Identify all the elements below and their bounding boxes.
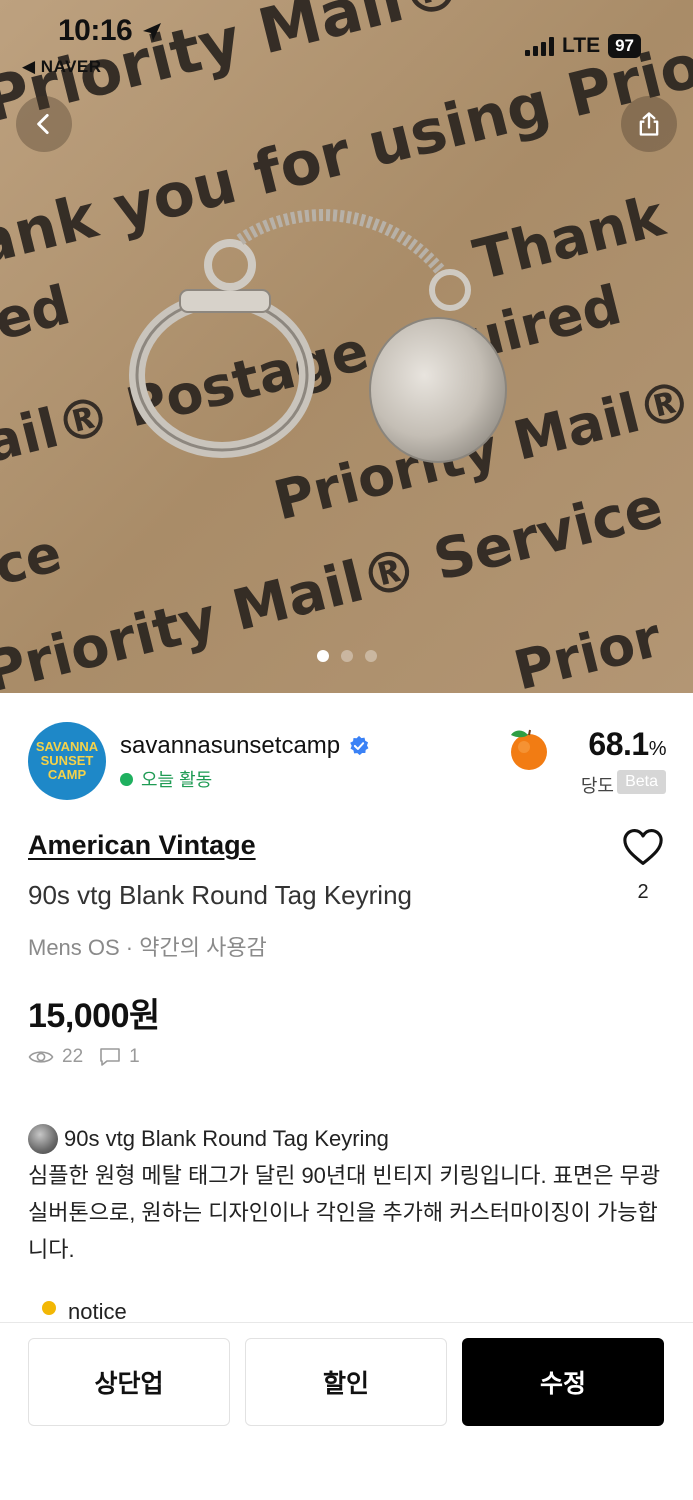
view-count: 22 [62, 1046, 84, 1067]
network-type: LTE [561, 34, 601, 57]
seller-activity: 오늘 활동 [141, 770, 213, 790]
location-arrow-icon [143, 23, 161, 41]
brand-link[interactable]: American Vintage [28, 830, 256, 861]
product-photo[interactable]: Priority Mail® Service ank you for using… [0, 0, 693, 693]
active-indicator-icon [120, 772, 133, 786]
seller-name[interactable]: savannasunsetcamp [120, 732, 340, 760]
description-body: 심플한 원형 메탈 태그가 달린 90년대 빈티지 키링입니다. 표면은 무광 … [28, 1163, 661, 1262]
battery-indicator: 97 [608, 34, 641, 58]
back-button[interactable] [16, 96, 72, 152]
product-image: Priority Mail® Service ank you for using… [0, 0, 693, 693]
discount-button[interactable]: 할인 [245, 1338, 447, 1426]
item-stats: 22 1 [28, 1046, 140, 1068]
sweetness-score[interactable]: 68.1% 당도 Beta [506, 720, 667, 802]
item-title: 90s vtg Blank Round Tag Keyring [28, 880, 412, 910]
eye-icon [28, 1051, 54, 1063]
heart-icon [623, 829, 663, 865]
status-bar: 10:16 ◀ NAVER LTE 97 [0, 0, 693, 80]
item-price: 15,000원 [28, 997, 160, 1035]
sweetness-value: 68.1% [588, 726, 666, 762]
image-page-indicator [0, 650, 693, 662]
page-dot-2[interactable] [340, 650, 353, 662]
moon-icon [28, 1123, 58, 1154]
seller-row[interactable]: SAVANNA SUNSET CAMP savannasunsetcamp 오늘 활… [28, 720, 668, 802]
like-count: 2 [637, 881, 649, 903]
bump-up-button[interactable]: 상단업 [28, 1338, 230, 1426]
verified-badge-icon [350, 735, 369, 756]
back-to-app-link[interactable]: ◀ NAVER [22, 57, 102, 77]
notice-label: notice [68, 1300, 127, 1324]
share-icon [639, 112, 659, 136]
sweetness-label: 당도 [580, 776, 614, 796]
page-dot-3[interactable] [364, 650, 377, 662]
avatar-text: SAVANNA SUNSET CAMP [35, 739, 99, 782]
comment-count: 1 [129, 1046, 140, 1067]
seller-avatar[interactable]: SAVANNA SUNSET CAMP [28, 722, 106, 800]
notice-heading: notice [36, 1300, 127, 1324]
bottom-action-bar: 상단업 할인 수정 [0, 1322, 693, 1500]
share-button[interactable] [621, 96, 677, 152]
signal-icon [524, 36, 554, 56]
item-meta: Mens OS · 약간의 사용감 [28, 935, 267, 960]
item-description: 90s vtg Blank Round Tag Keyring 심플한 원형 메… [28, 1120, 668, 1268]
status-time: 10:16 [58, 14, 133, 47]
page-dot-1[interactable] [316, 650, 329, 662]
beta-badge: Beta [617, 770, 666, 794]
key-icon [42, 1301, 56, 1315]
comment-icon [100, 1048, 120, 1066]
chevron-left-icon [37, 113, 49, 135]
like-button[interactable]: 2 [621, 828, 665, 904]
peach-icon [511, 729, 547, 770]
edit-button[interactable]: 수정 [462, 1338, 664, 1426]
description-title: 90s vtg Blank Round Tag Keyring [64, 1126, 389, 1151]
